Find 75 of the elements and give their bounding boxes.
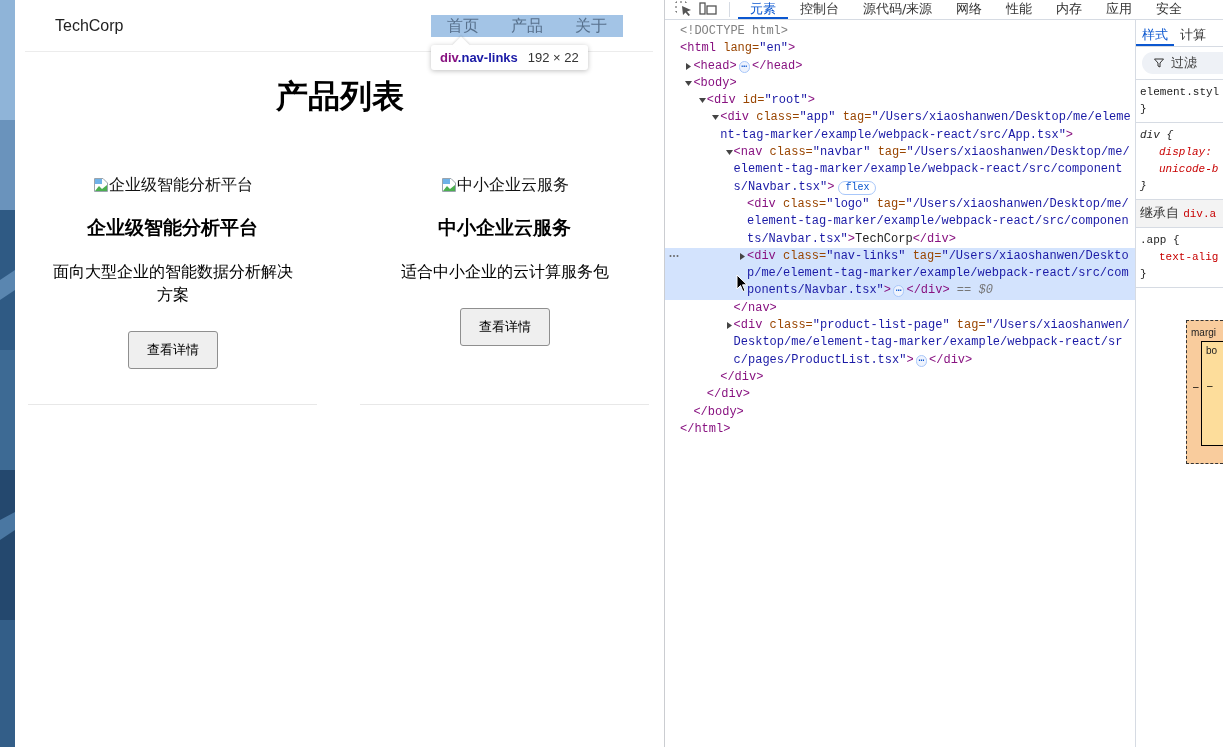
- css-property: text-alig: [1158, 250, 1220, 265]
- devtools-tab[interactable]: 元素: [738, 0, 788, 19]
- element-markup: <div class="product-list-page" tag="/Users/xiaoshanwen/Desktop/me/element-tag-marker/example/webpack-react/src/pages/ProductList.tsx"> ⋯ </div>: [733, 317, 1131, 369]
- inherited-source[interactable]: div.a: [1183, 208, 1217, 220]
- closing-tag: </div>: [720, 368, 1135, 387]
- filter-field[interactable]: 过滤: [1142, 52, 1223, 74]
- mouse-cursor-icon: [736, 274, 748, 293]
- element-markup: <div id="root">: [706, 92, 816, 110]
- page-title: 产品列表: [274, 78, 405, 115]
- element-size: 192 × 22: [527, 50, 579, 65]
- node-row[interactable]: <head> ⋯ </head>: [665, 57, 1135, 75]
- css-selector: .app {: [1140, 233, 1181, 248]
- node-row[interactable]: <nav class="navbar" tag="/Users/xiaoshanwen/Desktop/me/element-tag-marker/example/webpack-react/src/components/Navbar.tsx"> flex: [665, 144, 1135, 196]
- collapse-triangle-icon[interactable]: [725, 149, 733, 157]
- device-toolbar-icon[interactable]: [699, 1, 717, 17]
- element-markup: <html lang="en">: [680, 40, 797, 58]
- expand-triangle-icon[interactable]: [725, 322, 733, 330]
- styles-tab[interactable]: 计算: [1174, 20, 1212, 46]
- selected-node-row[interactable]: <div class="nav-links" tag="/Users/xiaoshanwen/Desktop/me/element-tag-marker/example/webpack-react/src/components/Navbar.tsx"> ⋯ </div> == $0: [665, 247, 1135, 300]
- image-alt-text: 中小企业云服务: [456, 174, 569, 196]
- details-button[interactable]: 查看详情: [459, 308, 550, 346]
- expand-triangle-icon[interactable]: [685, 62, 693, 70]
- collapse-triangle-icon[interactable]: [712, 114, 720, 122]
- node-row[interactable]: <div class="product-list-page" tag="/Users/xiaoshanwen/Desktop/me/element-tag-marker/example/webpack-react/src/pages/ProductList.tsx"> ⋯ </div>: [665, 317, 1135, 369]
- devtools-tab[interactable]: 应用: [1094, 0, 1145, 19]
- devtools-tab[interactable]: 内存: [1044, 0, 1095, 19]
- element-markup: <div class="logo" tag="/Users/xiaoshanwen/Desktop/me/element-tag-marker/example/webpack-react/src/components/Navbar.tsx">TechCorp</div>: [747, 195, 1130, 248]
- closing-brace: }: [1140, 102, 1148, 117]
- product-description: 面向大型企业的智能数据分析解决方案: [51, 261, 294, 306]
- css-selector: element.styl: [1140, 85, 1221, 100]
- element-selector: div.nav-links: [440, 50, 518, 65]
- broken-image-icon: [440, 177, 457, 193]
- node-row[interactable]: <div id="root">: [665, 92, 1135, 110]
- closing-tag: </body>: [693, 403, 1135, 421]
- css-selector: div {: [1140, 128, 1174, 143]
- devtools-tab[interactable]: 网络: [944, 0, 995, 19]
- devtools-tab[interactable]: 控制台: [788, 0, 851, 19]
- details-button[interactable]: 查看详情: [127, 331, 218, 369]
- devtools-tab[interactable]: 性能: [994, 0, 1045, 19]
- margin-value: –: [1193, 381, 1199, 392]
- node-row[interactable]: <body>: [665, 74, 1135, 93]
- element-markup: <body>: [693, 74, 738, 92]
- devtools-tab[interactable]: 源代码/来源: [851, 0, 945, 19]
- element-markup: <nav class="navbar" tag="/Users/xiaoshanwen/Desktop/me/element-tag-marker/example/webpack-react/src/components/Navbar.tsx"> flex: [733, 144, 1131, 196]
- product-name: 中小企业云服务: [438, 217, 571, 239]
- logo[interactable]: TechCorp: [55, 16, 124, 35]
- element-markup: <!DOCTYPE html>: [680, 23, 790, 40]
- node-row[interactable]: <!DOCTYPE html>: [665, 23, 1135, 41]
- filter-icon: [1154, 58, 1164, 68]
- node-row[interactable]: <html lang="en">: [665, 40, 1135, 58]
- inherited-label: 继承自: [1140, 205, 1179, 220]
- more-icon[interactable]: [669, 253, 679, 258]
- css-property: display:: [1158, 145, 1213, 160]
- image-alt-text: 企业级智能分析平台: [108, 174, 253, 196]
- border-label: bo: [1206, 345, 1219, 356]
- element-markup: <head> ⋯ </head>: [693, 57, 804, 75]
- devtools-tab[interactable]: 安全: [1144, 0, 1195, 19]
- css-property: unicode-b: [1158, 162, 1220, 177]
- expand-triangle-icon[interactable]: [739, 252, 746, 260]
- node-row[interactable]: <div class="logo" tag="/Users/xiaoshanwen/Desktop/me/element-tag-marker/example/webpack-react/src/components/Navbar.tsx">TechCorp</div>: [665, 195, 1135, 248]
- closing-tag: </html>: [680, 420, 1135, 439]
- border-value: –: [1207, 380, 1213, 391]
- closing-brace: }: [1140, 267, 1148, 282]
- closing-tag: </nav>: [733, 299, 1135, 318]
- broken-image-icon: [92, 177, 109, 193]
- collapse-triangle-icon[interactable]: [685, 79, 693, 87]
- styles-tab[interactable]: 样式: [1136, 20, 1174, 46]
- product-description: 适合中小企业的云计算服务包: [399, 261, 610, 283]
- closing-tag: </div>: [706, 386, 1135, 404]
- collapse-triangle-icon[interactable]: [698, 97, 706, 105]
- product-name: 企业级智能分析平台: [87, 217, 258, 239]
- inspect-icon[interactable]: [675, 1, 693, 17]
- closing-brace: }: [1140, 179, 1148, 194]
- element-markup: <div class="nav-links" tag="/Users/xiaoshanwen/Desktop/me/element-tag-marker/example/webpack-react/src/components/Navbar.tsx"> ⋯ </div> == $0: [747, 247, 1130, 300]
- margin-label: margi: [1191, 327, 1217, 338]
